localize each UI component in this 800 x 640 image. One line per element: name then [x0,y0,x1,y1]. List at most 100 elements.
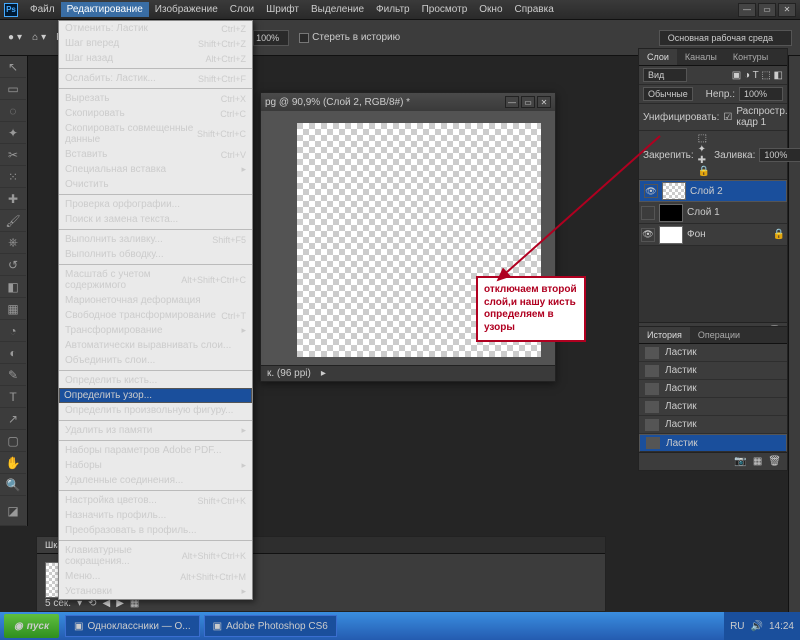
tab-layers[interactable]: Слои [639,49,677,65]
pen-tool-icon[interactable]: ✎ [0,364,26,386]
menuitem[interactable]: Наборы параметров Adobe PDF... [59,443,252,458]
eraser-tool-icon[interactable]: ◧ [0,276,26,298]
doc-maximize-icon[interactable]: ▭ [521,96,535,108]
layer-row[interactable]: 👁 Слой 2 [639,180,787,202]
visibility-toggle[interactable] [641,206,655,220]
dodge-tool-icon[interactable]: ◐ [0,342,26,364]
tab-history[interactable]: Операции [690,327,748,343]
menuitem[interactable]: Выполнить заливку...Shift+F5 [59,232,252,247]
menuitem[interactable]: Удаленные соединения... [59,473,252,488]
brush-tool-icon[interactable]: 🖌 [0,210,26,232]
menuitem[interactable]: Марионеточная деформация [59,293,252,308]
history-brush-icon[interactable]: ↺ [0,254,26,276]
menu-слои[interactable]: Слои [224,2,260,17]
stamp-tool-icon[interactable]: ⎈ [0,232,26,254]
heal-tool-icon[interactable]: ✚ [0,188,26,210]
menuitem[interactable]: Определить узор... [59,388,252,403]
shape-tool-icon[interactable]: ▢ [0,430,26,452]
menuitem[interactable]: Настройка цветов...Shift+Ctrl+K [59,493,252,508]
erase-history-checkbox[interactable] [299,33,309,43]
marquee-tool-icon[interactable]: ▭ [0,78,26,100]
menuitem[interactable]: Установки▸ [59,584,252,599]
close-button[interactable]: ✕ [778,3,796,17]
menuitem[interactable]: Удалить из памяти▸ [59,423,252,438]
blend-mode-select[interactable]: Обычные [643,87,693,101]
menuitem[interactable]: Выполнить обводку... [59,247,252,262]
menuitem[interactable]: Назначить профиль... [59,508,252,523]
menuitem[interactable]: Клавиатурные сокращения...Alt+Shift+Ctrl… [59,543,252,569]
taskbar: ◉пуск ▣Одноклассники — О...▣Adobe Photos… [0,612,800,640]
menuitem[interactable]: Свободное трансформированиеCtrl+T [59,308,252,323]
visibility-toggle[interactable]: 👁 [644,184,658,198]
taskbar-task[interactable]: ▣Adobe Photoshop CS6 [204,615,337,637]
history-state[interactable]: Ластик [639,380,787,398]
menu-справка[interactable]: Справка [509,2,560,17]
blur-tool-icon[interactable]: ◔ [0,320,26,342]
system-tray[interactable]: RU 🔊 14:24 [724,612,800,640]
swatch-fg-bg[interactable]: ◪ [0,496,26,526]
menuitem[interactable]: Преобразовать в профиль... [59,523,252,538]
document-title-bar[interactable]: pg @ 90,9% (Слой 2, RGB/8#) * — ▭ ✕ [261,93,555,111]
trash-icon[interactable]: 🗑 [768,456,781,467]
tab-layers[interactable]: Контуры [725,49,776,65]
menuitem: ВырезатьCtrl+X [59,91,252,106]
lang-indicator[interactable]: RU [730,621,744,632]
doc-close-icon[interactable]: ✕ [537,96,551,108]
menuitem: ВставитьCtrl+V [59,147,252,162]
layer-thumb [662,182,686,200]
start-button[interactable]: ◉пуск [4,614,59,638]
layer-row[interactable]: Слой 1 [639,202,787,224]
history-state[interactable]: Ластик [639,434,787,452]
history-panel: ИсторияОперации ЛастикЛастикЛастикЛастик… [638,326,788,471]
wand-tool-icon[interactable]: ✦ [0,122,26,144]
taskbar-task[interactable]: ▣Одноклассники — О... [65,615,200,637]
layer-name: Слой 2 [690,186,723,197]
menuitem[interactable]: Определить кисть... [59,373,252,388]
layer-row[interactable]: 👁Фон🔒 [639,224,787,246]
menuitem: Очистить [59,177,252,192]
menu-файл[interactable]: Файл [24,2,61,17]
menuitem[interactable]: Трансформирование▸ [59,323,252,338]
menu-фильтр[interactable]: Фильтр [370,2,416,17]
menuitem[interactable]: Шаг назадAlt+Ctrl+Z [59,51,252,66]
edit-menu-dropdown: Отменить: ЛастикCtrl+ZШаг впередShift+Ct… [58,20,253,600]
crop-tool-icon[interactable]: ✂ [0,144,26,166]
workspace-selector[interactable]: Основная рабочая среда [659,30,792,46]
history-state[interactable]: Ластик [639,362,787,380]
minimize-button[interactable]: — [738,3,756,17]
menuitem[interactable]: Масштаб с учетом содержимогоAlt+Shift+Ct… [59,267,252,293]
window-controls: — ▭ ✕ [738,3,796,17]
flow-input[interactable] [253,30,289,46]
path-tool-icon[interactable]: ↗ [0,408,26,430]
menuitem[interactable]: Отменить: ЛастикCtrl+Z [59,21,252,36]
menu-редактирование[interactable]: Редактирование [61,2,149,17]
visibility-toggle[interactable]: 👁 [641,228,655,242]
menu-окно[interactable]: Окно [473,2,508,17]
eraser-icon [645,401,659,413]
eyedropper-tool-icon[interactable]: ⁙ [0,166,26,188]
menu-выделение[interactable]: Выделение [305,2,370,17]
snapshot-icon[interactable]: 📷 [734,456,746,467]
doc-minimize-icon[interactable]: — [505,96,519,108]
history-state[interactable]: Ластик [639,398,787,416]
tab-history[interactable]: История [639,327,690,343]
menuitem: Определить произвольную фигуру... [59,403,252,418]
maximize-button[interactable]: ▭ [758,3,776,17]
gradient-tool-icon[interactable]: ▦ [0,298,26,320]
new-state-icon[interactable]: ▦ [753,456,762,467]
menu-просмотр[interactable]: Просмотр [416,2,474,17]
layer-kind-select[interactable]: Вид [643,68,687,82]
type-tool-icon[interactable]: T [0,386,26,408]
menuitem[interactable]: Наборы▸ [59,458,252,473]
hand-tool-icon[interactable]: ✋ [0,452,26,474]
history-state[interactable]: Ластик [639,344,787,362]
zoom-tool-icon[interactable]: 🔍 [0,474,26,496]
tab-layers[interactable]: Каналы [677,49,725,65]
lasso-tool-icon[interactable]: ◌ [0,100,26,122]
menuitem[interactable]: Меню...Alt+Shift+Ctrl+M [59,569,252,584]
move-tool-icon[interactable]: ↖ [0,56,26,78]
menuitem[interactable]: Ослабить: Ластик...Shift+Ctrl+F [59,71,252,86]
menu-шрифт[interactable]: Шрифт [260,2,305,17]
menu-изображение[interactable]: Изображение [149,2,224,17]
history-state[interactable]: Ластик [639,416,787,434]
